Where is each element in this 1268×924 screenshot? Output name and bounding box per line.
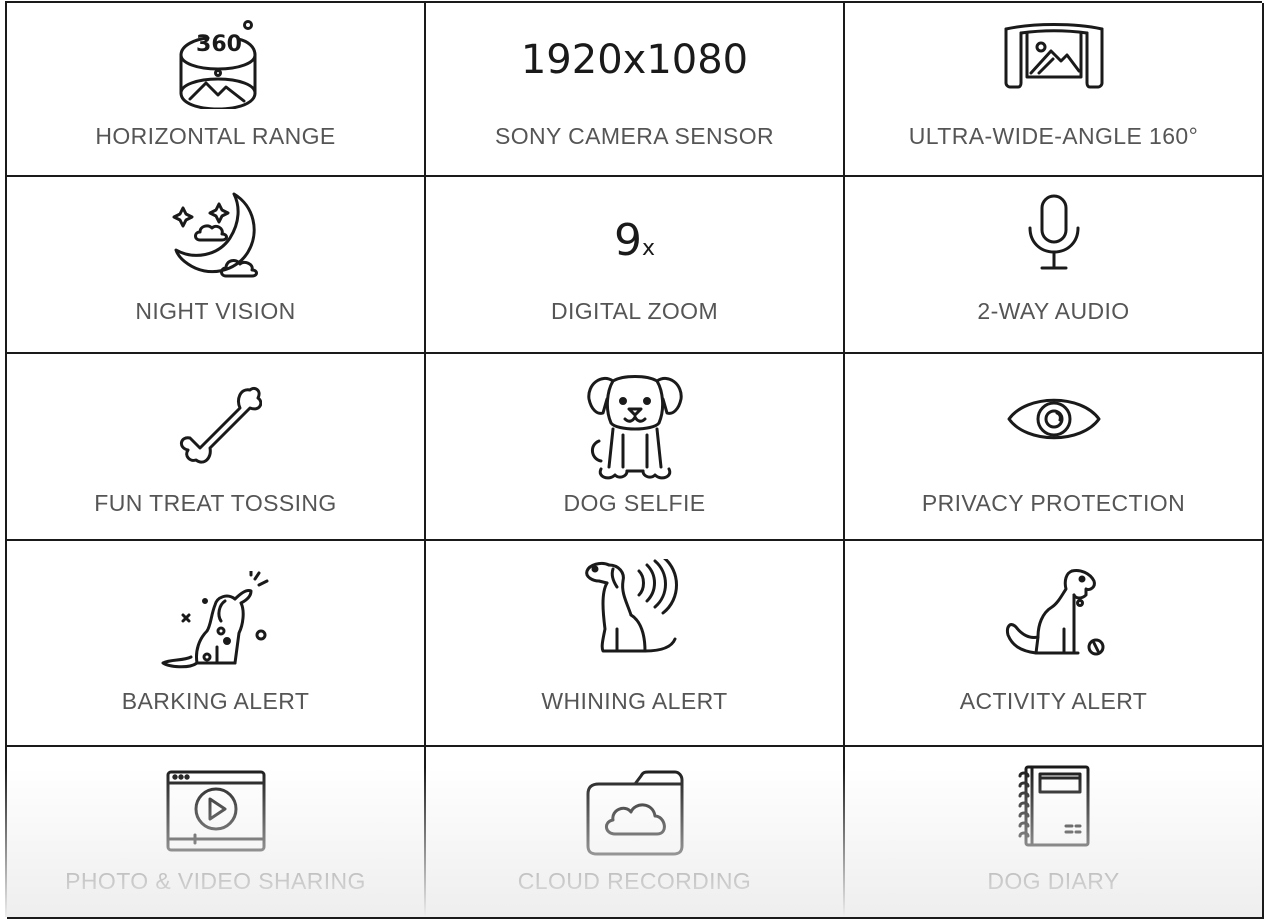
- feature-cell-barking-alert: BARKING ALERT: [7, 541, 426, 747]
- feature-label: 2-WAY AUDIO: [977, 298, 1130, 324]
- resolution-text: 1920x1080: [520, 37, 749, 83]
- feature-label: ULTRA-WIDE-ANGLE 160°: [908, 123, 1199, 149]
- zoom-suffix: x: [641, 236, 656, 261]
- eye-icon: [845, 390, 1262, 453]
- feature-cell-privacy-protection: PRIVACY PROTECTION: [845, 354, 1264, 541]
- feature-cell-night-vision: NIGHT VISION: [7, 177, 426, 354]
- feature-cell-fun-treat-tossing: FUN TREAT TOSSING: [7, 354, 426, 541]
- moon-icon: [7, 190, 424, 287]
- notebook-icon: [845, 764, 1262, 853]
- feature-label: ACTIVITY ALERT: [959, 688, 1148, 714]
- feature-label: SONY CAMERA SENSOR: [494, 123, 774, 149]
- zoom-value: 9: [613, 215, 642, 266]
- feature-label: HORIZONTAL RANGE: [95, 123, 336, 149]
- microphone-icon: [845, 192, 1262, 277]
- cloud-folder-icon: [426, 768, 843, 863]
- feature-cell-activity-alert: ACTIVITY ALERT: [845, 541, 1264, 747]
- feature-cell-whining-alert: WHINING ALERT: [426, 541, 845, 747]
- feature-label: DOG SELFIE: [563, 490, 706, 516]
- feature-label: WHINING ALERT: [541, 688, 728, 714]
- whining-dog-icon: [426, 559, 843, 660]
- feature-grid: 360 HORIZONTAL RANGE 1920x1080 SONY CAME…: [5, 1, 1264, 919]
- feature-cell-ultra-wide-angle: ULTRA-WIDE-ANGLE 160°: [845, 3, 1264, 177]
- feature-cell-horizontal-range: 360 HORIZONTAL RANGE: [7, 3, 426, 177]
- dog-face-icon: [426, 369, 843, 488]
- feature-cell-dog-selfie: DOG SELFIE: [426, 354, 845, 541]
- video-player-icon: [7, 769, 424, 858]
- feature-label: NIGHT VISION: [135, 298, 296, 324]
- feature-label: PRIVACY PROTECTION: [921, 490, 1186, 516]
- feature-cell-2-way-audio: 2-WAY AUDIO: [845, 177, 1264, 354]
- feature-label: DIGITAL ZOOM: [550, 298, 719, 324]
- feature-cell-digital-zoom: 9x DIGITAL ZOOM: [426, 177, 845, 354]
- feature-label: DOG DIARY: [987, 868, 1120, 894]
- feature-label: FUN TREAT TOSSING: [94, 490, 337, 516]
- 360-panorama-icon: 360: [7, 17, 424, 114]
- feature-label: CLOUD RECORDING: [517, 868, 752, 894]
- feature-cell-cloud-recording: CLOUD RECORDING: [426, 747, 845, 919]
- zoom-text: 9x: [426, 215, 843, 266]
- svg-text:360: 360: [196, 32, 242, 57]
- barking-dog-icon: [7, 571, 424, 676]
- feature-label: PHOTO & VIDEO SHARING: [65, 868, 366, 894]
- sitting-dog-ball-icon: [845, 565, 1262, 662]
- bone-icon: [7, 378, 424, 475]
- feature-label: BARKING ALERT: [121, 688, 310, 714]
- wide-angle-icon: [845, 21, 1262, 96]
- feature-cell-sony-camera-sensor: 1920x1080 SONY CAMERA SENSOR: [426, 3, 845, 177]
- feature-cell-photo-video-sharing: PHOTO & VIDEO SHARING: [7, 747, 426, 919]
- feature-cell-dog-diary: DOG DIARY: [845, 747, 1264, 919]
